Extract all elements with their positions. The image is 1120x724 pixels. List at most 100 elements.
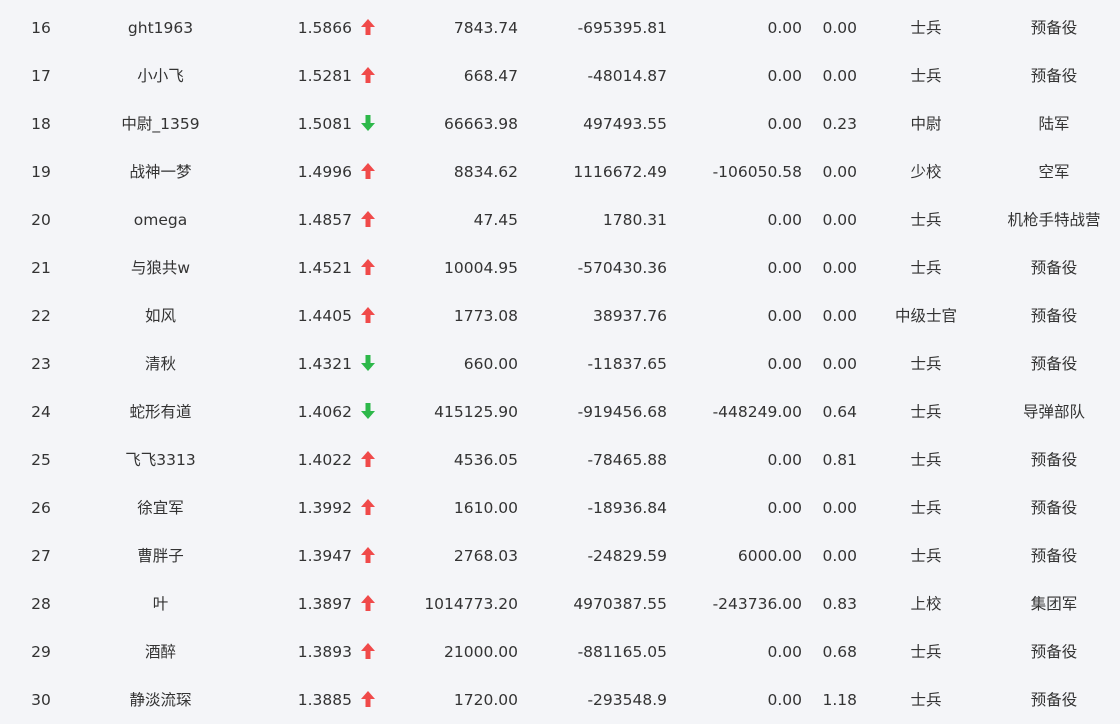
value-col-2: -24829.59 <box>587 547 667 565</box>
table-row[interactable]: 16 ght1963 1.5866 7843.74 -695395.81 0.00 0.00… <box>0 4 1120 52</box>
value-col-4: 0.83 <box>822 595 857 613</box>
player-name: 飞飞3313 <box>125 451 196 469</box>
trend-up-icon <box>358 292 378 340</box>
value-col-3: -106050.58 <box>712 163 802 181</box>
rank-cell: 23 <box>31 355 51 373</box>
table-row[interactable]: 25 飞飞3313 1.4022 4536.05 -78465.88 0.00 0.81 士兵… <box>0 436 1120 484</box>
table-row[interactable]: 23 清秋 1.4321 660.00 -11837.65 0.00 0.00 士兵 预备役 <box>0 340 1120 388</box>
player-name: 蛇形有道 <box>129 403 192 421</box>
trend-up-icon <box>358 436 378 484</box>
value-col-1: 7843.74 <box>453 19 518 37</box>
value-col-2: -18936.84 <box>587 499 667 517</box>
value-col-3: 0.00 <box>767 451 802 469</box>
value-col-4: 0.00 <box>822 19 857 37</box>
ratio-value: 1.4022 <box>297 451 352 469</box>
unit-name: 陆军 <box>1038 115 1070 133</box>
value-col-3: 6000.00 <box>737 547 802 565</box>
trend-down-icon <box>358 340 378 388</box>
value-col-2: 1116672.49 <box>573 163 667 181</box>
trend-up-icon <box>358 580 378 628</box>
value-col-4: 1.18 <box>822 691 857 709</box>
value-col-3: -243736.00 <box>712 595 802 613</box>
table-row[interactable]: 28 叶 1.3897 1014773.20 4970387.55 -243736.00 0… <box>0 580 1120 628</box>
trend-up-icon <box>358 52 378 100</box>
military-rank: 士兵 <box>910 259 942 277</box>
rank-cell: 18 <box>31 115 51 133</box>
value-col-3: 0.00 <box>767 643 802 661</box>
rank-cell: 24 <box>31 403 51 421</box>
player-name: 曹胖子 <box>137 547 184 565</box>
table-row[interactable]: 19 战神一梦 1.4996 8834.62 1116672.49 -106050.58 0… <box>0 148 1120 196</box>
value-col-2: 4970387.55 <box>573 595 667 613</box>
rank-cell: 19 <box>31 163 51 181</box>
player-name: 如风 <box>144 307 176 325</box>
ratio-value: 1.4857 <box>297 211 352 229</box>
value-col-1: 66663.98 <box>444 115 518 133</box>
military-rank: 士兵 <box>910 547 942 565</box>
value-col-3: 0.00 <box>767 19 802 37</box>
value-col-2: -78465.88 <box>587 451 667 469</box>
military-rank: 士兵 <box>910 499 942 517</box>
value-col-3: 0.00 <box>767 67 802 85</box>
player-name: 酒醉 <box>144 643 176 661</box>
value-col-2: -48014.87 <box>587 67 667 85</box>
rank-cell: 27 <box>31 547 51 565</box>
military-rank: 士兵 <box>910 19 942 37</box>
value-col-4: 0.81 <box>822 451 857 469</box>
military-rank: 上校 <box>910 595 942 613</box>
rank-cell: 30 <box>31 691 51 709</box>
trend-down-icon <box>358 388 378 436</box>
unit-name: 预备役 <box>1030 307 1078 325</box>
value-col-3: 0.00 <box>767 691 802 709</box>
unit-name: 预备役 <box>1030 691 1078 709</box>
table-row[interactable]: 17 小小飞 1.5281 668.47 -48014.87 0.00 0.00 士兵 预备役 <box>0 52 1120 100</box>
rank-cell: 17 <box>31 67 51 85</box>
table-row[interactable]: 18 中尉_1359 1.5081 66663.98 497493.55 0.00 0.23… <box>0 100 1120 148</box>
value-col-3: 0.00 <box>767 115 802 133</box>
player-name: 中尉_1359 <box>121 115 200 133</box>
value-col-1: 415125.90 <box>434 403 518 421</box>
unit-name: 导弹部队 <box>1022 403 1085 421</box>
unit-name: 预备役 <box>1030 499 1078 517</box>
value-col-4: 0.00 <box>822 67 857 85</box>
ratio-value: 1.3992 <box>297 499 352 517</box>
value-col-4: 0.00 <box>822 355 857 373</box>
player-name: 战神一梦 <box>129 163 192 181</box>
unit-name: 预备役 <box>1030 259 1078 277</box>
trend-up-icon <box>358 676 378 724</box>
value-col-1: 660.00 <box>463 355 518 373</box>
table-row[interactable]: 20 omega 1.4857 47.45 1780.31 0.00 0.00 士兵 机枪手特战… <box>0 196 1120 244</box>
ratio-value: 1.4521 <box>297 259 352 277</box>
rank-cell: 28 <box>31 595 51 613</box>
value-col-2: 38937.76 <box>593 307 667 325</box>
ratio-value: 1.3897 <box>297 595 352 613</box>
ratio-value: 1.5281 <box>297 67 352 85</box>
value-col-3: 0.00 <box>767 355 802 373</box>
player-name: ght1963 <box>127 19 194 37</box>
value-col-3: 0.00 <box>767 307 802 325</box>
unit-name: 预备役 <box>1030 547 1078 565</box>
value-col-2: 497493.55 <box>583 115 667 133</box>
value-col-1: 47.45 <box>473 211 518 229</box>
table-row[interactable]: 22 如风 1.4405 1773.08 38937.76 0.00 0.00 中级士官 预备役 <box>0 292 1120 340</box>
rank-cell: 22 <box>31 307 51 325</box>
value-col-1: 1720.00 <box>453 691 518 709</box>
table-row[interactable]: 30 静淡流琛 1.3885 1720.00 -293548.9 0.00 1.18 士兵 预备… <box>0 676 1120 724</box>
table-row[interactable]: 27 曹胖子 1.3947 2768.03 -24829.59 6000.00 0.00 士兵… <box>0 532 1120 580</box>
table-row[interactable]: 29 酒醉 1.3893 21000.00 -881165.05 0.00 0.68 士兵 预备… <box>0 628 1120 676</box>
value-col-4: 0.00 <box>822 163 857 181</box>
value-col-1: 1014773.20 <box>424 595 518 613</box>
military-rank: 少校 <box>910 163 942 181</box>
table-row[interactable]: 24 蛇形有道 1.4062 415125.90 -919456.68 -448249.0… <box>0 388 1120 436</box>
value-col-1: 10004.95 <box>444 259 518 277</box>
table-row[interactable]: 21 与狼共w 1.4521 10004.95 -570430.36 0.00 0.00 士兵… <box>0 244 1120 292</box>
rank-cell: 29 <box>31 643 51 661</box>
value-col-3: 0.00 <box>767 499 802 517</box>
table-row[interactable]: 26 徐宜军 1.3992 1610.00 -18936.84 0.00 0.00 士兵 预备役 <box>0 484 1120 532</box>
value-col-1: 668.47 <box>463 67 518 85</box>
player-name: 与狼共w <box>130 259 191 277</box>
value-col-1: 4536.05 <box>453 451 518 469</box>
ratio-value: 1.3947 <box>297 547 352 565</box>
trend-up-icon <box>358 532 378 580</box>
value-col-2: -11837.65 <box>587 355 667 373</box>
